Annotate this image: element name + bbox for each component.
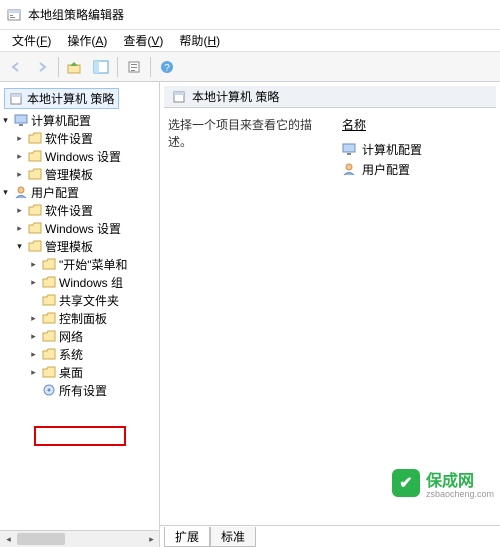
- window-title: 本地组策略编辑器: [28, 6, 124, 23]
- tree-pane: 本地计算机 策略 计算机配置 软件设置 Windows 设置 管理模板: [0, 82, 160, 547]
- scroll-left-arrow[interactable]: ◂: [0, 532, 17, 547]
- tree-node-start-menu[interactable]: "开始"菜单和: [28, 255, 159, 273]
- tree-node-uc-templates[interactable]: 管理模板: [14, 237, 159, 255]
- titlebar: 本地组策略编辑器: [0, 0, 500, 30]
- highlight-annotation: [34, 426, 126, 446]
- caret-icon[interactable]: [28, 331, 39, 342]
- horizontal-scrollbar[interactable]: ◂ ▸: [0, 530, 160, 547]
- tree-node-user-config[interactable]: 用户配置: [0, 183, 159, 201]
- caret-icon[interactable]: [14, 223, 25, 234]
- tree-node-desktop[interactable]: 桌面: [28, 363, 159, 381]
- toolbar-separator: [58, 57, 59, 77]
- folder-icon: [42, 366, 56, 378]
- tree-node-windows-components[interactable]: Windows 组: [28, 273, 159, 291]
- settings-icon: [42, 383, 56, 397]
- folder-icon: [42, 312, 56, 324]
- menu-action[interactable]: 操作(A): [59, 30, 115, 51]
- policy-icon: [9, 92, 23, 106]
- tab-extended[interactable]: 扩展: [164, 527, 210, 547]
- caret-icon[interactable]: [28, 277, 39, 288]
- forward-button: [30, 55, 54, 79]
- detail-list: 名称 计算机配置 用户配置: [342, 116, 492, 525]
- toolbar: ?: [0, 52, 500, 82]
- column-header-name[interactable]: 名称: [342, 116, 492, 133]
- menubar: 文件(F) 操作(A) 查看(V) 帮助(H): [0, 30, 500, 52]
- detail-tabs: 扩展 标准: [160, 525, 500, 547]
- folder-icon: [28, 150, 42, 162]
- folder-icon: [42, 294, 56, 306]
- caret-icon[interactable]: [14, 241, 25, 252]
- folder-icon: [42, 330, 56, 342]
- toolbar-separator: [150, 57, 151, 77]
- caret-icon[interactable]: [28, 313, 39, 324]
- svg-text:?: ?: [164, 63, 170, 74]
- caret-icon[interactable]: [14, 169, 25, 180]
- watermark-url: zsbaocheng.com: [426, 489, 494, 499]
- caret-icon[interactable]: [28, 367, 39, 378]
- tree-root-label: 本地计算机 策略: [27, 90, 114, 107]
- show-hide-tree-button[interactable]: [89, 55, 113, 79]
- user-icon: [14, 185, 28, 199]
- folder-icon: [28, 132, 42, 144]
- menu-help[interactable]: 帮助(H): [171, 30, 228, 51]
- folder-icon: [28, 204, 42, 216]
- tree-node-cc-windows[interactable]: Windows 设置: [14, 147, 159, 165]
- detail-title: 本地计算机 策略: [192, 88, 279, 105]
- folder-icon: [28, 222, 42, 234]
- toolbar-separator: [117, 57, 118, 77]
- policy-icon: [172, 90, 186, 104]
- tree-node-network[interactable]: 网络: [28, 327, 159, 345]
- tree-node-uc-windows[interactable]: Windows 设置: [14, 219, 159, 237]
- menu-view[interactable]: 查看(V): [115, 30, 171, 51]
- tree-node-system[interactable]: 系统: [28, 345, 159, 363]
- folder-icon: [42, 258, 56, 270]
- app-icon: [6, 7, 22, 23]
- detail-body: 选择一个项目来查看它的描述。 名称 计算机配置 用户配置: [160, 108, 500, 525]
- computer-icon: [342, 142, 356, 156]
- scroll-right-arrow[interactable]: ▸: [143, 532, 160, 547]
- caret-icon[interactable]: [28, 349, 39, 360]
- scroll-thumb[interactable]: [17, 533, 65, 545]
- tree-node-shared-folders[interactable]: 共享文件夹: [28, 291, 159, 309]
- help-button[interactable]: ?: [155, 55, 179, 79]
- tree-node-cc-software[interactable]: 软件设置: [14, 129, 159, 147]
- properties-button[interactable]: [122, 55, 146, 79]
- folder-icon: [42, 276, 56, 288]
- tree-node-uc-software[interactable]: 软件设置: [14, 201, 159, 219]
- tree-node-all-settings[interactable]: 所有设置: [28, 381, 159, 399]
- up-button[interactable]: [63, 55, 87, 79]
- caret-icon[interactable]: [14, 205, 25, 216]
- detail-header: 本地计算机 策略: [164, 86, 496, 108]
- tree-node-control-panel[interactable]: 控制面板: [28, 309, 159, 327]
- list-item-user-config[interactable]: 用户配置: [342, 159, 492, 179]
- caret-icon[interactable]: [28, 259, 39, 270]
- folder-icon: [28, 240, 42, 252]
- tree-root[interactable]: 本地计算机 策略: [4, 88, 119, 109]
- tab-standard[interactable]: 标准: [210, 527, 256, 547]
- back-button: [4, 55, 28, 79]
- list-item-computer-config[interactable]: 计算机配置: [342, 139, 492, 159]
- folder-icon: [42, 348, 56, 360]
- computer-icon: [14, 113, 28, 127]
- folder-icon: [28, 168, 42, 180]
- caret-icon[interactable]: [0, 115, 11, 126]
- caret-icon[interactable]: [14, 133, 25, 144]
- user-icon: [342, 162, 356, 176]
- menu-file[interactable]: 文件(F): [4, 30, 59, 51]
- caret-icon[interactable]: [0, 187, 11, 198]
- tree: 计算机配置 软件设置 Windows 设置 管理模板 用户配置 软件设置 Win…: [0, 111, 159, 399]
- watermark: ✔ 保成网 zsbaocheng.com: [392, 467, 494, 499]
- detail-description: 选择一个项目来查看它的描述。: [168, 116, 342, 525]
- tree-node-cc-templates[interactable]: 管理模板: [14, 165, 159, 183]
- caret-icon[interactable]: [14, 151, 25, 162]
- watermark-name: 保成网: [426, 467, 494, 491]
- tree-node-computer-config[interactable]: 计算机配置: [0, 111, 159, 129]
- watermark-badge-icon: ✔: [392, 469, 420, 497]
